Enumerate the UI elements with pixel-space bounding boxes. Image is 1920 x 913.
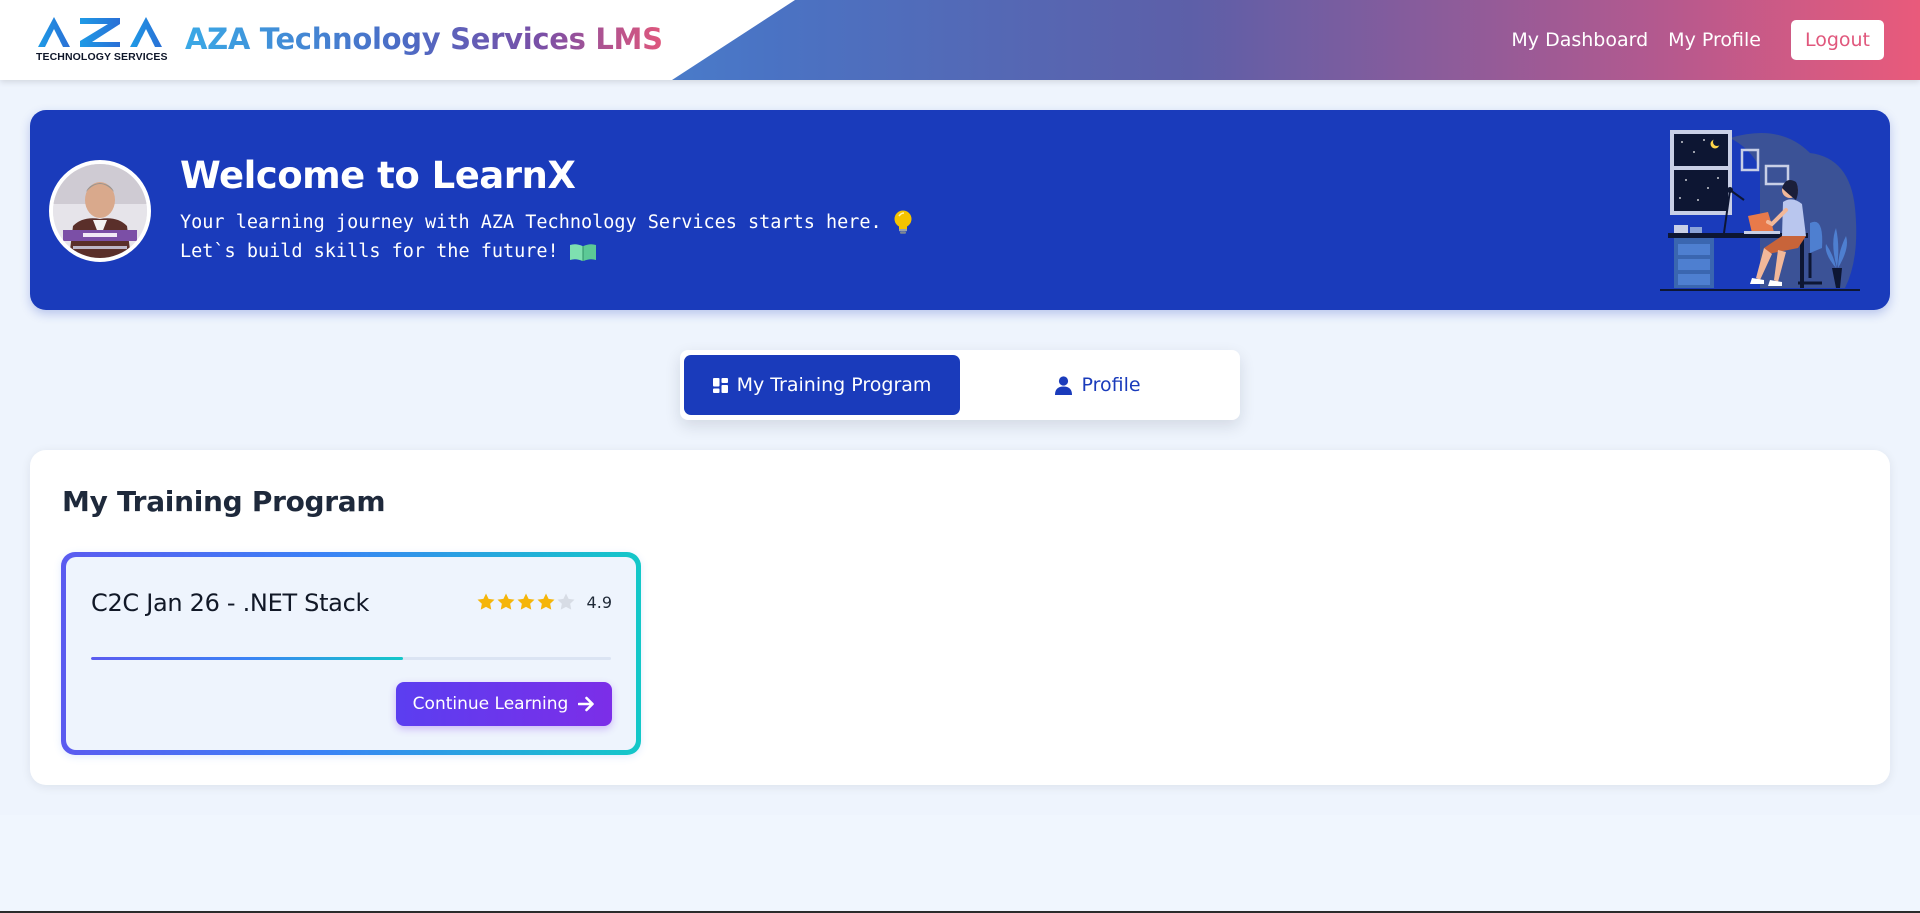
rating-stars [476,592,576,612]
tab-my-training-program[interactable]: My Training Program [684,355,960,415]
program-name: C2C Jan 26 - .NET Stack [91,589,370,617]
star-filled-icon [477,593,495,610]
tab-my-training-program-label: My Training Program [736,374,932,396]
continue-learning-label: Continue Learning [412,694,569,714]
main-tabs: My Training Program Profile [680,350,1240,420]
nav-my-profile-link[interactable]: My Profile [1668,29,1761,51]
welcome-title: Welcome to LearnX [180,154,576,197]
program-rating: 4.9 [476,592,612,612]
page-bottom-area [0,815,1920,913]
welcome-banner: Welcome to LearnX Your learning journey … [30,110,1890,310]
lightbulb-icon [892,209,914,235]
logo-mark-icon [38,17,162,47]
program-card[interactable]: C2C Jan 26 - .NET Stack 4.9 Continue Lea… [61,552,641,755]
company-logo[interactable]: TECHNOLOGY SERVICES [36,14,168,64]
app-title: AZA Technology Services LMS [185,22,663,56]
program-progress-fill [91,657,403,660]
rating-value: 4.9 [586,592,612,612]
continue-learning-button[interactable]: Continue Learning [396,682,612,726]
user-photo-icon [53,164,147,258]
star-filled-icon [537,593,555,610]
avatar [49,160,151,262]
open-book-icon [569,242,597,262]
welcome-line-2-text: Let`s build skills for the future! [180,241,559,262]
welcome-line-1-text: Your learning journey with AZA Technolog… [180,211,882,233]
welcome-subtitle-line-2: Let`s build skills for the future! [180,241,597,262]
program-card-body: C2C Jan 26 - .NET Stack 4.9 Continue Lea… [66,557,636,750]
tab-profile-label: Profile [1081,374,1141,396]
logo-subtitle: TECHNOLOGY SERVICES [36,51,168,63]
person-studying-at-desk-illustration [1660,128,1860,298]
top-navbar: TECHNOLOGY SERVICES AZA Technology Servi… [0,0,1920,80]
nav-my-dashboard-link[interactable]: My Dashboard [1511,29,1648,51]
logout-button[interactable]: Logout [1790,20,1884,60]
arrow-right-icon [578,696,595,712]
program-progress-bar [91,657,611,660]
dashboard-icon [712,377,728,393]
nav-links: My Dashboard My Profile Logout [1511,20,1884,60]
training-program-section: My Training Program C2C Jan 26 - .NET St… [30,450,1890,785]
star-filled-icon [517,593,535,610]
section-title: My Training Program [62,485,386,518]
tab-profile[interactable]: Profile [960,355,1236,415]
welcome-subtitle-line-1: Your learning journey with AZA Technolog… [180,209,914,235]
star-filled-icon [497,593,515,610]
user-icon [1055,375,1073,395]
star-empty-icon [557,593,575,610]
